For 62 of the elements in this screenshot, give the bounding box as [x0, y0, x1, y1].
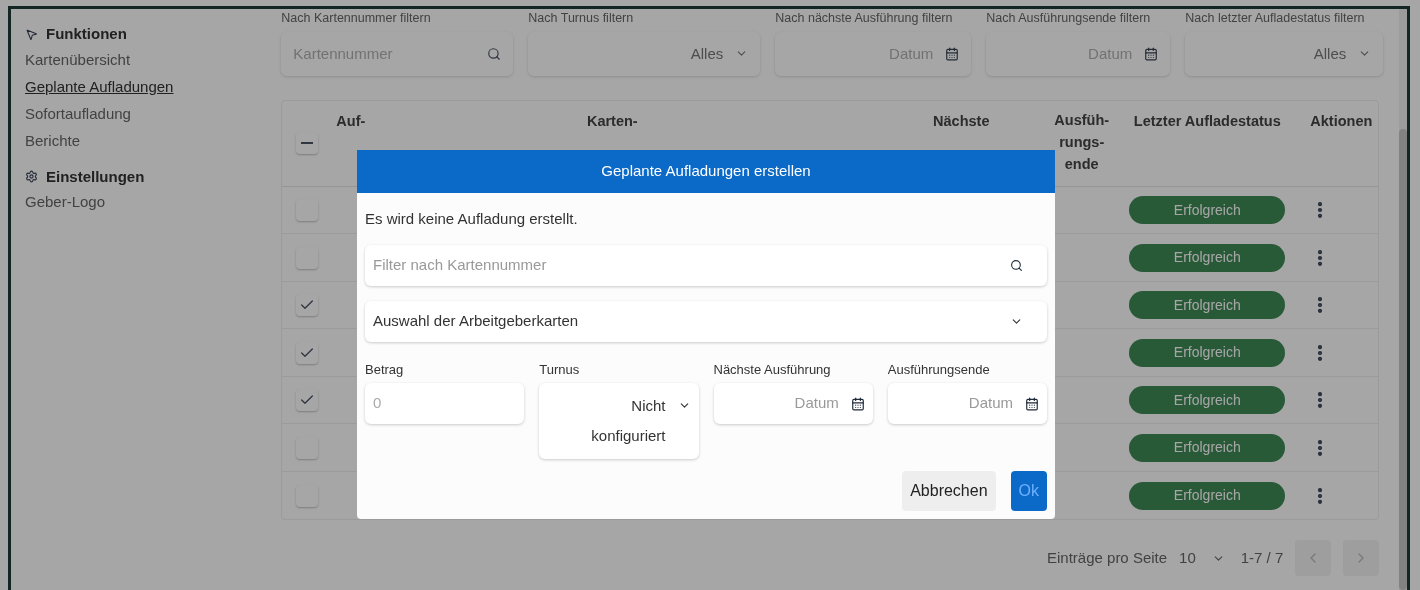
checkbox[interactable] [296, 436, 319, 459]
page-size-label: Einträge pro Seite [1047, 548, 1168, 568]
calendar-icon [850, 396, 865, 411]
filter-label: Nach Ausführungsende filtern [986, 10, 1152, 27]
column-header: Auf- [336, 111, 366, 131]
checkbox[interactable] [296, 389, 319, 411]
field-label: Betrag [365, 360, 405, 379]
date-field[interactable]: Datum [887, 383, 1047, 424]
checkbox[interactable] [296, 294, 319, 316]
status-badge: Erfolgreich [1129, 243, 1286, 272]
status-badge: Erfolgreich [1129, 433, 1286, 462]
column-header: Nächste [933, 111, 990, 131]
dialog-title: Geplante Aufladungen erstellen [357, 150, 1055, 193]
status-badge: Erfolgreich [1129, 386, 1286, 414]
filter-label: Nach letzter Aufladestatus filtern [1185, 10, 1366, 27]
field-label: Ausführungsende [887, 360, 991, 379]
status-badge: Erfolgreich [1129, 196, 1286, 224]
column-header: Aktionen [1310, 111, 1373, 131]
sidebar-link[interactable]: Kartenübersicht [25, 45, 131, 73]
select-field[interactable]: Alles [528, 31, 761, 76]
checkbox[interactable] [296, 199, 319, 221]
checkbox[interactable] [296, 484, 319, 507]
status-badge: Erfolgreich [1129, 481, 1286, 510]
filter-label: Nach Turnus filtern [528, 10, 635, 27]
amount-field[interactable]: 0 [365, 383, 525, 424]
sidebar-link[interactable]: Geplante Aufladungen [25, 72, 174, 100]
employer-cards-select[interactable]: Auswahl der Arbeitgeberkarten [365, 300, 1047, 342]
section-title: Einstellungen [46, 166, 145, 187]
status-badge: Erfolgreich [1129, 291, 1286, 319]
section-title: Funktionen [46, 24, 127, 44]
dialog-message: Es wird keine Aufladung erstellt. [365, 209, 579, 229]
filter-label: Nach nächste Ausführung filtern [775, 10, 954, 27]
sidebar-link[interactable]: Berichte [25, 126, 81, 154]
page-size-select[interactable]: 10 [1179, 547, 1225, 570]
filter-label: Nach Kartennummer filtern [281, 10, 432, 27]
select-field[interactable]: Nicht konfiguriert [539, 383, 699, 459]
calendar-icon [945, 46, 960, 61]
column-header: Letzter Aufladestatus [1133, 111, 1281, 131]
select-field[interactable]: Alles [1185, 31, 1384, 76]
card-number-filter[interactable]: Filter nach Kartennummer [365, 244, 1047, 286]
search-icon [1010, 258, 1023, 272]
pointer-icon [25, 27, 38, 41]
cancel-button[interactable]: Abbrechen [902, 471, 996, 511]
minus-icon [301, 142, 314, 145]
search-icon [487, 46, 502, 61]
checkbox[interactable] [296, 341, 319, 364]
status-badge: Erfolgreich [1129, 338, 1286, 367]
field-label: Nächste Ausführung [713, 360, 832, 379]
calendar-icon [1144, 46, 1159, 61]
field-label: Turnus [539, 360, 581, 379]
settings-icon [25, 170, 38, 184]
sidebar-link[interactable]: Geber-Logo [25, 188, 106, 215]
page-range: 1-7 / 7 [1240, 548, 1284, 568]
checkbox[interactable] [296, 246, 319, 269]
ok-button[interactable]: Ok [1010, 471, 1047, 511]
calendar-icon [1025, 396, 1039, 411]
date-field[interactable]: Datum [713, 383, 873, 424]
sidebar-link[interactable]: Sofortaufladung [25, 99, 131, 127]
column-header: Ausfüh- rungs- ende [1054, 110, 1110, 174]
scrollbar[interactable] [1399, 9, 1407, 590]
column-header: Karten- [586, 111, 638, 131]
select-all-checkbox[interactable] [296, 132, 319, 155]
